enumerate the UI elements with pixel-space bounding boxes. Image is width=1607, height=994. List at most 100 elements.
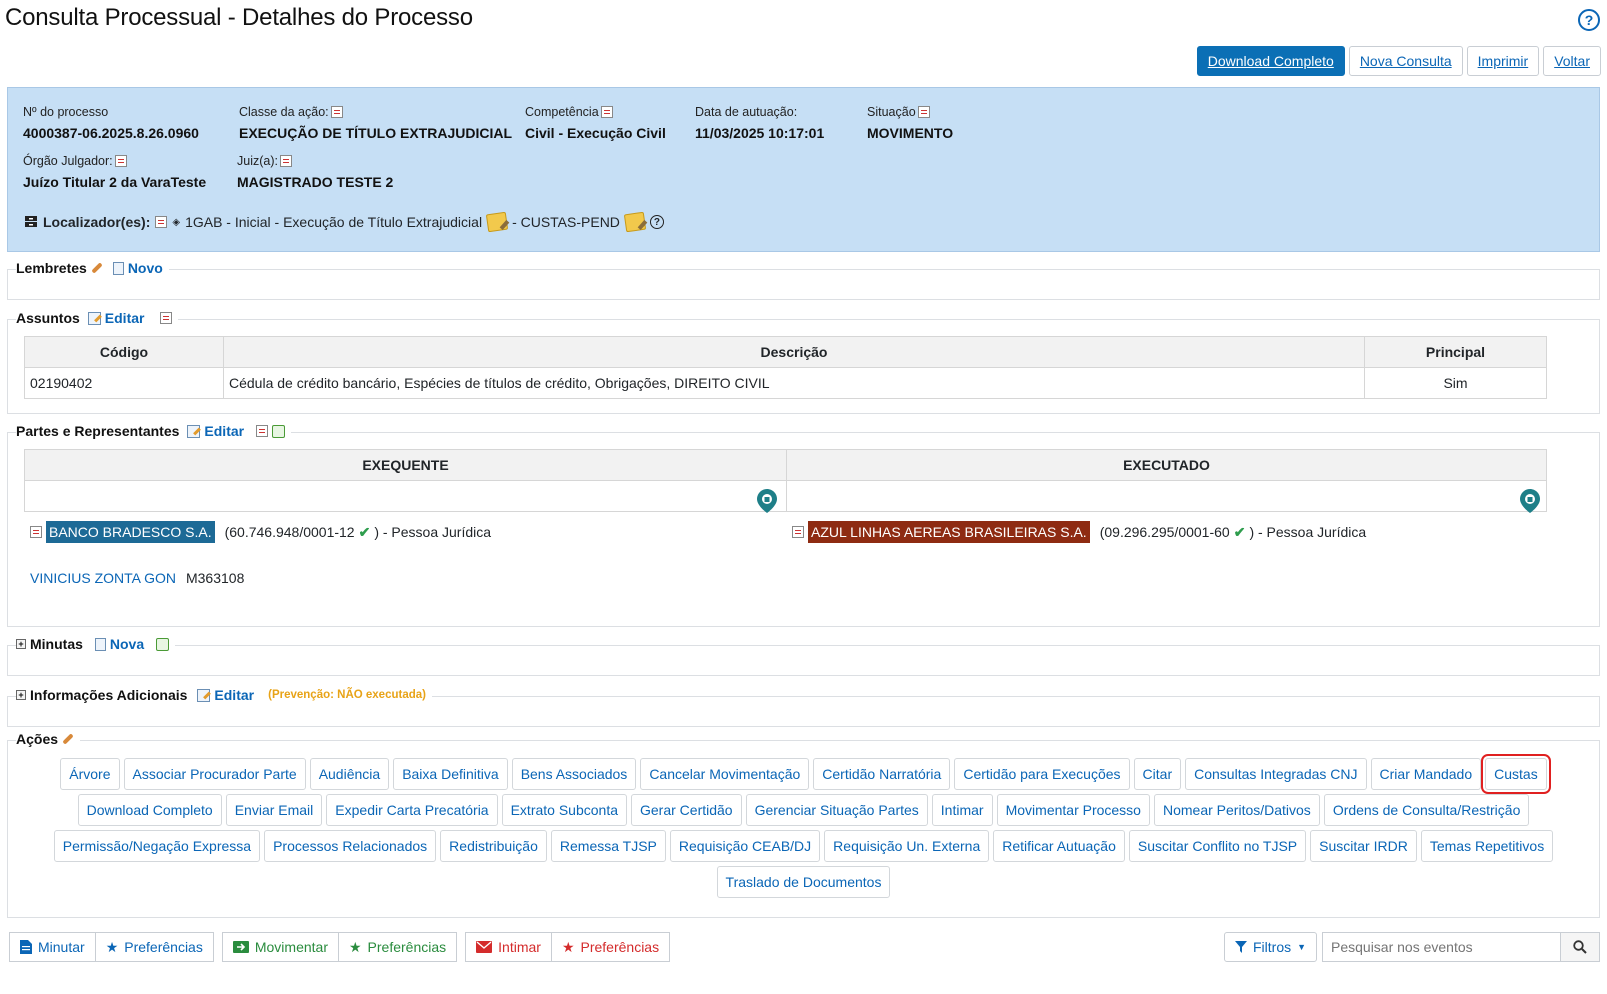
executado-name[interactable]: AZUL LINHAS AEREAS BRASILEIRAS S.A.: [808, 521, 1090, 543]
list-icon[interactable]: [792, 526, 804, 538]
nova-consulta-button[interactable]: Nova Consulta: [1348, 46, 1463, 76]
list-icon[interactable]: [279, 155, 292, 167]
action-gerenciar-situacao-partes-button[interactable]: Gerenciar Situação Partes: [745, 794, 928, 826]
action-cancelar-movimentacao-button[interactable]: Cancelar Movimentação: [640, 758, 810, 790]
lembretes-novo-link[interactable]: Novo: [128, 260, 163, 276]
refresh-icon[interactable]: [156, 637, 170, 651]
list-icon[interactable]: [256, 425, 269, 437]
col-descricao: Descrição: [223, 336, 1365, 368]
list-icon[interactable]: [155, 216, 168, 228]
action-temas-repetitivos-button[interactable]: Temas Repetitivos: [1420, 830, 1554, 862]
imprimir-button[interactable]: Imprimir: [1466, 46, 1540, 76]
action-permissao-negacao-expressa-button[interactable]: Permissão/Negação Expressa: [53, 830, 261, 862]
label-classe: Classe da ação:: [239, 105, 329, 119]
action-criar-mandado-button[interactable]: Criar Mandado: [1370, 758, 1482, 790]
movimentar-button[interactable]: Movimentar: [221, 932, 339, 962]
download-completo-button[interactable]: Download Completo: [1196, 46, 1345, 76]
refresh-icon[interactable]: [272, 424, 286, 438]
info-editar-link[interactable]: Editar: [214, 687, 254, 703]
cell-descricao: Cédula de crédito bancário, Espécies de …: [223, 367, 1365, 399]
label-situacao: Situação: [867, 105, 916, 119]
assuntos-editar-link[interactable]: Editar: [105, 310, 145, 326]
preferencias-intimar-button[interactable]: ★ Preferências: [551, 932, 671, 962]
action-gerar-certidao-button[interactable]: Gerar Certidão: [631, 794, 742, 826]
edit-note-icon[interactable]: [485, 211, 509, 233]
intimar-button[interactable]: Intimar: [465, 932, 552, 962]
value-orgao: Juízo Titular 2 da VaraTeste: [23, 174, 207, 190]
list-icon[interactable]: [917, 106, 930, 118]
action-certidao-para-execucoes-button[interactable]: Certidão para Execuções: [954, 758, 1130, 790]
action-enviar-email-button[interactable]: Enviar Email: [225, 794, 323, 826]
event-search: [1322, 932, 1600, 962]
filtros-button[interactable]: Filtros ▼: [1224, 932, 1318, 962]
action-requisicao-ceab-dj-button[interactable]: Requisição CEAB/DJ: [669, 830, 821, 862]
location-pin-icon[interactable]: [1520, 489, 1540, 513]
action-baixa-definitiva-button[interactable]: Baixa Definitiva: [393, 758, 508, 790]
action-expedir-carta-precatoria-button[interactable]: Expedir Carta Precatória: [326, 794, 498, 826]
col-codigo: Código: [24, 336, 224, 368]
voltar-button[interactable]: Voltar: [1543, 46, 1601, 76]
value-classe: EXECUÇÃO DE TÍTULO EXTRAJUDICIAL: [239, 125, 513, 141]
action-intimar-button[interactable]: Intimar: [931, 794, 993, 826]
action-remessa-tjsp-button[interactable]: Remessa TJSP: [550, 830, 666, 862]
help-icon[interactable]: ?: [1578, 9, 1600, 31]
label-numero: Nº do processo: [23, 105, 109, 119]
action-processos-relacionados-button[interactable]: Processos Relacionados: [264, 830, 437, 862]
action-arvore-button[interactable]: Árvore: [60, 758, 120, 790]
wrench-icon[interactable]: [91, 262, 103, 274]
drawer-icon: [24, 214, 38, 231]
table-row: 02190402 Cédula de crédito bancário, Esp…: [24, 367, 1547, 399]
action-custas-button[interactable]: Custas: [1481, 754, 1551, 794]
field-numero: Nº do processo 4000387-06.2025.8.26.0960: [23, 105, 199, 141]
star-icon: ★: [561, 938, 575, 955]
list-icon[interactable]: [114, 155, 127, 167]
wrench-icon[interactable]: [62, 733, 74, 745]
col-principal: Principal: [1364, 336, 1547, 368]
minutas-nova-link[interactable]: Nova: [110, 636, 144, 652]
exequente-name[interactable]: BANCO BRADESCO S.A.: [46, 521, 215, 543]
lembretes-title: Lembretes: [16, 260, 87, 276]
executado-doc: (09.296.295/0001-60: [1099, 524, 1230, 540]
action-requisicao-un-externa-button[interactable]: Requisição Un. Externa: [824, 830, 990, 862]
location-pin-icon[interactable]: [757, 489, 777, 513]
action-nomear-peritos-dativos-button[interactable]: Nomear Peritos/Dativos: [1153, 794, 1320, 826]
page-title: Consulta Processual - Detalhes do Proces…: [5, 4, 473, 31]
minutas-section: + Minutas Nova: [7, 636, 1600, 676]
star-icon: ★: [348, 938, 362, 955]
action-retificar-autuacao-button[interactable]: Retificar Autuação: [993, 830, 1125, 862]
expand-icon[interactable]: +: [16, 639, 26, 649]
localizador-label: Localizador(es):: [43, 214, 151, 230]
action-ordens-de-consulta-restricao-button[interactable]: Ordens de Consulta/Restrição: [1323, 794, 1530, 826]
list-icon[interactable]: [160, 312, 173, 324]
field-situacao: Situação MOVIMENTO: [867, 105, 953, 141]
preferencias-minutar-button[interactable]: ★ Preferências: [95, 932, 214, 962]
action-suscitar-conflito-no-tjsp-button[interactable]: Suscitar Conflito no TJSP: [1128, 830, 1307, 862]
action-extrato-subconta-button[interactable]: Extrato Subconta: [501, 794, 627, 826]
edit-note-icon[interactable]: [623, 211, 647, 233]
localizador-row: Localizador(es): ◈ 1GAB - Inicial - Exec…: [24, 211, 664, 233]
partes-editar-link[interactable]: Editar: [204, 423, 244, 439]
preferencias-movimentar-button[interactable]: ★ Preferências: [338, 932, 458, 962]
edit-icon: [187, 424, 201, 438]
action-suscitar-irdr-button[interactable]: Suscitar IRDR: [1310, 830, 1417, 862]
advogado-link[interactable]: VINICIUS ZONTA GON: [30, 570, 176, 586]
search-button[interactable]: [1560, 932, 1600, 962]
list-icon[interactable]: [600, 106, 613, 118]
action-citar-button[interactable]: Citar: [1133, 758, 1182, 790]
acoes-row-1: Árvore Associar Procurador Parte Audiência…: [8, 754, 1599, 794]
minutar-button[interactable]: Minutar: [9, 932, 96, 962]
action-audiencia-button[interactable]: Audiência: [309, 758, 390, 790]
action-redistribuicao-button[interactable]: Redistribuição: [440, 830, 547, 862]
action-certidao-narratoria-button[interactable]: Certidão Narratória: [813, 758, 951, 790]
list-icon[interactable]: [30, 526, 42, 538]
action-movimentar-processo-button[interactable]: Movimentar Processo: [996, 794, 1150, 826]
search-input[interactable]: [1322, 932, 1560, 962]
action-download-completo-button[interactable]: Download Completo: [77, 794, 222, 826]
action-consultas-integradas-cnj-button[interactable]: Consultas Integradas CNJ: [1185, 758, 1367, 790]
action-associar-procurador-parte-button[interactable]: Associar Procurador Parte: [123, 758, 306, 790]
question-icon[interactable]: ?: [649, 215, 664, 229]
list-icon[interactable]: [330, 106, 343, 118]
action-traslado-de-documentos-button[interactable]: Traslado de Documentos: [716, 866, 891, 898]
expand-icon[interactable]: +: [16, 690, 26, 700]
action-bens-associados-button[interactable]: Bens Associados: [511, 758, 637, 790]
